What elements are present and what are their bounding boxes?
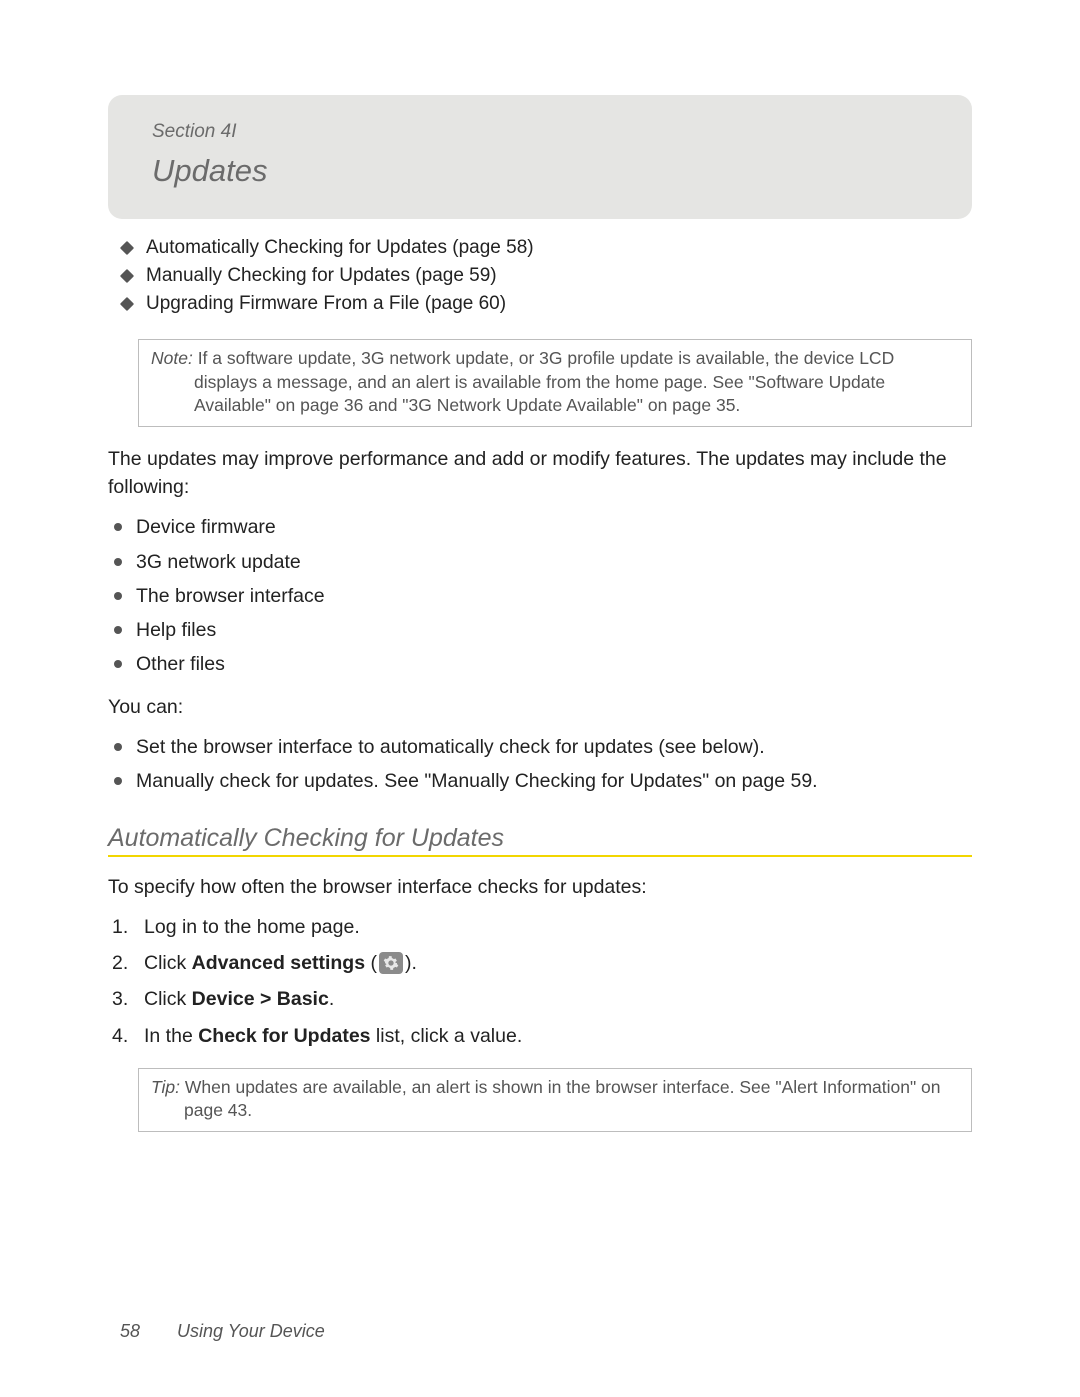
list-item: The browser interface bbox=[108, 582, 972, 610]
include-list: Device firmware 3G network update The br… bbox=[108, 513, 972, 678]
table-of-contents: Automatically Checking for Updates (page… bbox=[122, 237, 972, 315]
bullet-icon bbox=[114, 777, 122, 785]
divider bbox=[108, 855, 972, 857]
intro-paragraph: The updates may improve performance and … bbox=[108, 445, 972, 502]
diamond-icon bbox=[120, 269, 134, 283]
list-item: Set the browser interface to automatical… bbox=[108, 733, 972, 761]
toc-item: Manually Checking for Updates (page 59) bbox=[122, 265, 972, 287]
subheading: Automatically Checking for Updates bbox=[108, 824, 972, 853]
bold-text: Advanced settings bbox=[192, 952, 365, 974]
section-title: Updates bbox=[152, 153, 928, 189]
tip-box: Tip: When updates are available, an aler… bbox=[138, 1068, 972, 1132]
tip-body: When updates are available, an alert is … bbox=[180, 1077, 940, 1121]
toc-text: Automatically Checking for Updates (page… bbox=[146, 237, 534, 259]
bold-text: Check for Updates bbox=[198, 1025, 370, 1047]
bullet-icon bbox=[114, 660, 122, 668]
note-box: Note: If a software update, 3G network u… bbox=[138, 339, 972, 427]
sub-intro: To specify how often the browser interfa… bbox=[108, 873, 972, 901]
section-header: Section 4I Updates bbox=[108, 95, 972, 219]
step-item: Click Device > Basic. bbox=[112, 985, 972, 1013]
diamond-icon bbox=[120, 241, 134, 255]
you-can-list: Set the browser interface to automatical… bbox=[108, 733, 972, 796]
toc-text: Upgrading Firmware From a File (page 60) bbox=[146, 293, 506, 315]
document-page: Section 4I Updates Automatically Checkin… bbox=[0, 0, 1080, 1132]
tip-lead: Tip: bbox=[151, 1077, 180, 1097]
list-item: Manually check for updates. See "Manuall… bbox=[108, 767, 972, 795]
bullet-icon bbox=[114, 523, 122, 531]
chapter-name: Using Your Device bbox=[177, 1321, 325, 1341]
bullet-icon bbox=[114, 558, 122, 566]
step-item: Log in to the home page. bbox=[112, 913, 972, 941]
bullet-icon bbox=[114, 743, 122, 751]
page-footer: 58 Using Your Device bbox=[120, 1321, 325, 1342]
bold-text: Device > Basic bbox=[192, 988, 329, 1010]
list-item: Other files bbox=[108, 650, 972, 678]
list-item: 3G network update bbox=[108, 548, 972, 576]
list-item: Help files bbox=[108, 616, 972, 644]
step-item: Click Advanced settings (). bbox=[112, 949, 972, 977]
toc-item: Upgrading Firmware From a File (page 60) bbox=[122, 293, 972, 315]
gear-icon bbox=[379, 952, 403, 974]
page-number: 58 bbox=[120, 1321, 172, 1342]
steps-list: Log in to the home page. Click Advanced … bbox=[112, 913, 972, 1050]
toc-text: Manually Checking for Updates (page 59) bbox=[146, 265, 497, 287]
bullet-icon bbox=[114, 592, 122, 600]
note-body: If a software update, 3G network update,… bbox=[193, 348, 894, 415]
toc-item: Automatically Checking for Updates (page… bbox=[122, 237, 972, 259]
section-label: Section 4I bbox=[152, 121, 928, 143]
bullet-icon bbox=[114, 626, 122, 634]
you-can-label: You can: bbox=[108, 693, 972, 721]
list-item: Device firmware bbox=[108, 513, 972, 541]
diamond-icon bbox=[120, 297, 134, 311]
step-item: In the Check for Updates list, click a v… bbox=[112, 1022, 972, 1050]
note-lead: Note: bbox=[151, 348, 193, 368]
